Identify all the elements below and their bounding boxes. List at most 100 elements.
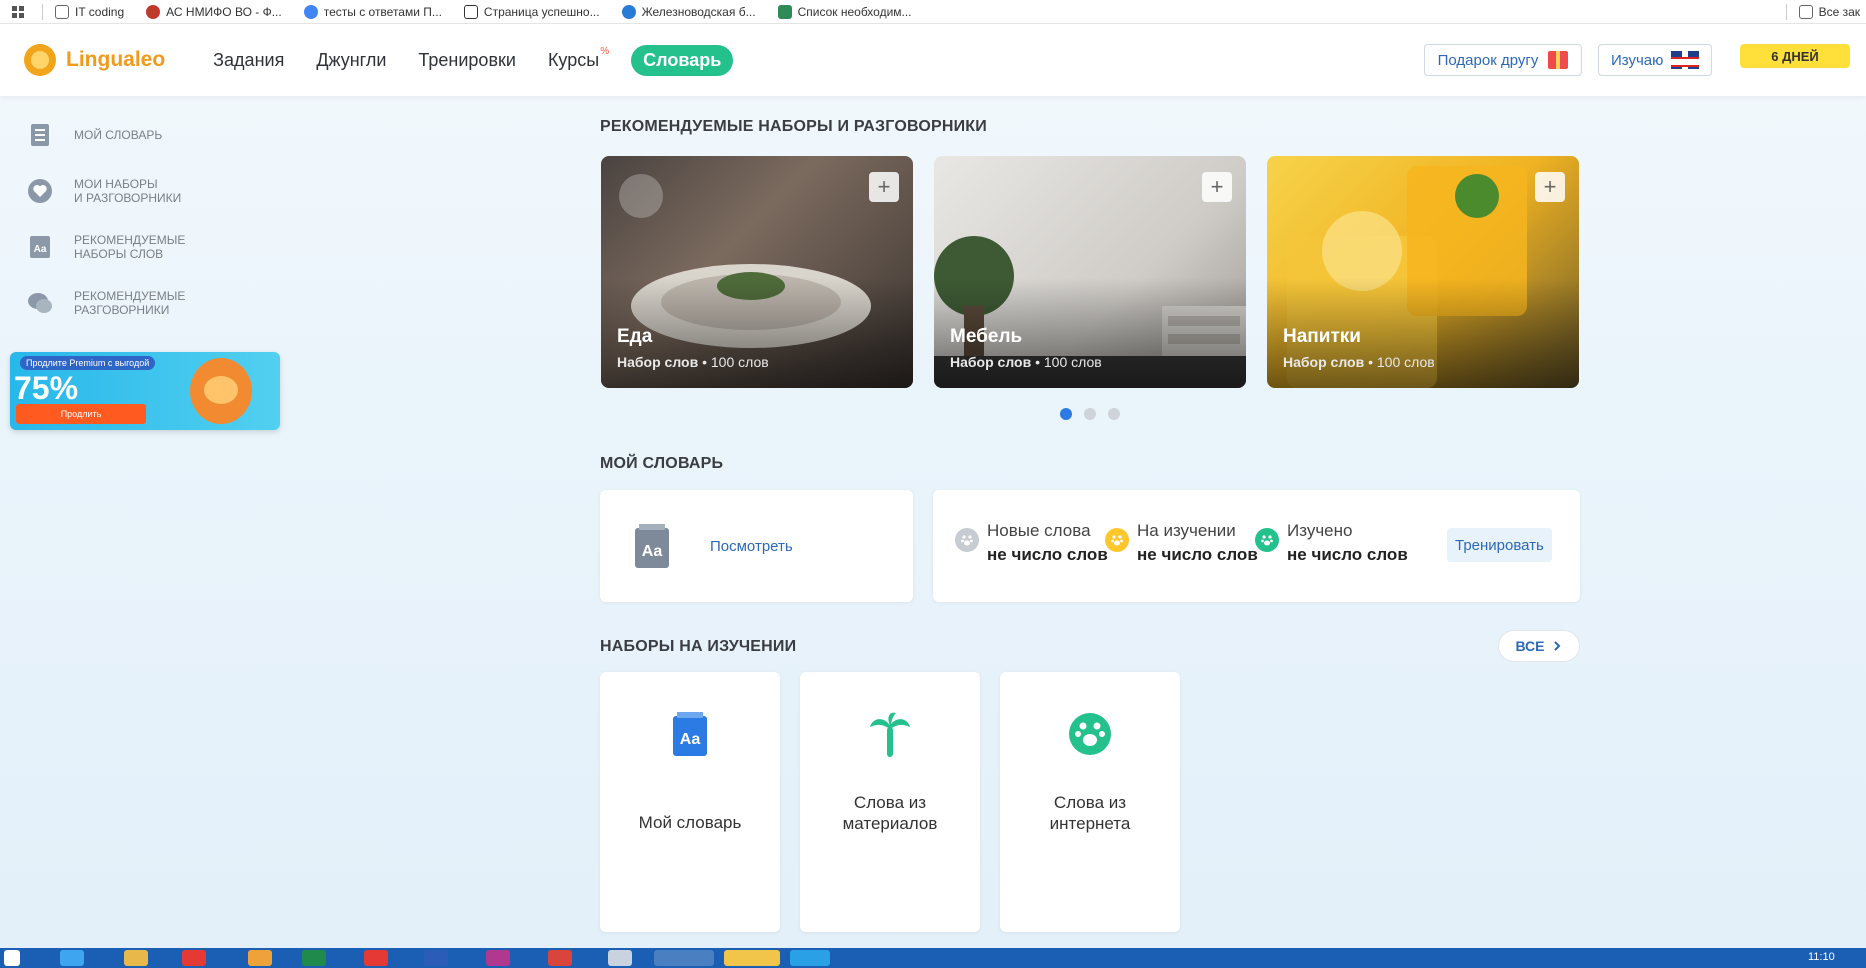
- nav-courses-label: Курсы: [547, 49, 600, 70]
- bookmark-item[interactable]: IT coding: [55, 4, 124, 19]
- nav-courses[interactable]: Курсы%: [547, 46, 609, 71]
- nav-dictionary[interactable]: Словарь: [631, 44, 734, 76]
- app-icon[interactable]: [124, 950, 148, 966]
- excel-icon[interactable]: [302, 950, 326, 966]
- tile-label: Слова из материалов: [842, 793, 938, 833]
- stat-value: не число слов: [1287, 545, 1408, 564]
- site-icon: [621, 4, 636, 19]
- card-count: 100 слов: [710, 354, 769, 370]
- sidebar-item-my-sets[interactable]: МОИ НАБОРЫ И РАЗГОВОРНИКИ: [26, 174, 226, 208]
- premium-promo-banner[interactable]: Продлите Premium с выгодой 75% Продлить: [10, 352, 280, 430]
- stat-new-words: Новые слова не число слов: [955, 520, 1108, 568]
- sidebar-item-recommended-phrasebooks[interactable]: РЕКОМЕНДУЕМЫЕ РАЗГОВОРНИКИ: [26, 286, 226, 320]
- dictionary-aa-icon: Aa: [668, 712, 712, 756]
- bookmarks-separator: [1785, 3, 1787, 20]
- sidebar-item-label: РЕКОМЕНДУЕМЫЕ РАЗГОВОРНИКИ: [74, 289, 186, 317]
- gift-friend-button[interactable]: Подарок другу: [1424, 44, 1582, 76]
- ie-icon[interactable]: [60, 950, 84, 966]
- all-label: ВСЕ: [1515, 638, 1545, 654]
- add-set-button[interactable]: +: [1535, 172, 1565, 202]
- carousel-dot-1[interactable]: [1060, 408, 1072, 420]
- app-icon[interactable]: [182, 950, 206, 966]
- paw-icon: [1105, 528, 1129, 552]
- logo-text: Lingualeo: [66, 48, 166, 71]
- carousel-dot-3[interactable]: [1108, 408, 1120, 420]
- bookmark-item[interactable]: тесты с ответами П...: [303, 4, 442, 19]
- start-icon[interactable]: [4, 950, 20, 966]
- app-icon[interactable]: [548, 950, 572, 966]
- bookmark-item[interactable]: Железноводская б...: [621, 4, 756, 19]
- nav-tasks[interactable]: Задания: [213, 50, 284, 71]
- app-icon[interactable]: [608, 950, 632, 966]
- learning-sets-title: НАБОРЫ НА ИЗУЧЕНИИ: [600, 638, 797, 655]
- premium-days-badge[interactable]: 6 ДНЕЙ: [1740, 44, 1850, 68]
- card-title: Мебель: [950, 326, 1023, 347]
- apps-grid-icon[interactable]: [0, 5, 36, 18]
- nav-jungle[interactable]: Джунгли: [316, 50, 386, 71]
- train-button[interactable]: Тренировать: [1447, 528, 1552, 562]
- view-dictionary-link[interactable]: Посмотреть: [710, 538, 793, 555]
- card-subtitle: Набор слов • 100 слов: [950, 354, 1102, 370]
- site-icon: [146, 4, 161, 19]
- learning-language-button[interactable]: Изучаю: [1598, 44, 1712, 76]
- card-subtitle: Набор слов • 100 слов: [617, 354, 769, 370]
- chrome-icon[interactable]: [654, 950, 714, 966]
- chevron-right-icon: [1553, 641, 1560, 651]
- sidebar-item-label: МОИ НАБОРЫ И РАЗГОВОРНИКИ: [74, 177, 182, 205]
- promo-extend-button[interactable]: Продлить: [16, 404, 146, 424]
- word-icon[interactable]: [424, 950, 448, 966]
- folder-icon: [55, 4, 69, 19]
- gift-icon: [1548, 51, 1569, 69]
- windows-taskbar: 11:10: [0, 948, 1866, 968]
- card-type: Набор слов: [950, 354, 1032, 370]
- add-set-button[interactable]: +: [869, 172, 899, 202]
- bookmark-item[interactable]: АС НМИФО ВО - Ф...: [146, 4, 282, 19]
- stat-learned: Изучено не число слов: [1255, 520, 1408, 568]
- stat-learning: На изучении не число слов: [1105, 520, 1258, 568]
- palm-icon: [868, 712, 912, 757]
- sidebar-item-label: МОЙ СЛОВАРЬ: [74, 128, 163, 142]
- lion-logo-icon: [24, 44, 56, 76]
- learning-set-my-dictionary[interactable]: Aa Мой словарь: [600, 672, 780, 932]
- recommended-title: РЕКОМЕНДУЕМЫЕ НАБОРЫ И РАЗГОВОРНИКИ: [600, 118, 987, 135]
- chat-icon: [26, 289, 54, 317]
- card-title: Напитки: [1283, 326, 1361, 347]
- learning-set-internet[interactable]: Слова из интернета: [1000, 672, 1180, 932]
- tree-icon: [777, 4, 792, 19]
- all-sets-button[interactable]: ВСЕ: [1498, 630, 1580, 662]
- learning-label: Изучаю: [1611, 51, 1664, 69]
- app-icon[interactable]: [486, 950, 510, 966]
- all-bookmarks[interactable]: Все зак: [1798, 4, 1860, 19]
- stat-value: не число слов: [1137, 545, 1258, 564]
- yandex-icon[interactable]: [364, 950, 388, 966]
- bookmark-item[interactable]: Страница успешно...: [463, 4, 600, 19]
- card-count: 100 слов: [1043, 354, 1102, 370]
- sidebar-item-recommended-sets[interactable]: Aa РЕКОМЕНДУЕМЫЕ НАБОРЫ СЛОВ: [26, 230, 226, 264]
- gift-label: Подарок другу: [1437, 51, 1539, 69]
- card-count: 100 слов: [1376, 354, 1435, 370]
- explorer-icon[interactable]: [724, 950, 780, 966]
- telegram-icon[interactable]: [790, 950, 830, 966]
- clock: 11:10: [1808, 951, 1835, 963]
- nav-trainings[interactable]: Тренировки: [418, 50, 516, 71]
- carousel-dot-2[interactable]: [1084, 408, 1096, 420]
- app-icon[interactable]: [248, 950, 272, 966]
- stat-label: Новые слова: [987, 521, 1091, 540]
- set-card-drinks[interactable]: + Напитки Набор слов • 100 слов: [1267, 156, 1579, 388]
- folder-icon: [1798, 4, 1813, 19]
- heart-icon: [26, 177, 54, 205]
- stat-label: Изучено: [1287, 521, 1353, 540]
- bookmark-item[interactable]: Список необходим...: [777, 4, 912, 19]
- bookmarks-separator: [42, 3, 43, 20]
- main-nav: Задания Джунгли Тренировки Курсы% Словар…: [213, 44, 734, 76]
- sidebar-item-my-dictionary[interactable]: МОЙ СЛОВАРЬ: [26, 118, 226, 152]
- learning-set-materials[interactable]: Слова из материалов: [800, 672, 980, 932]
- add-set-button[interactable]: +: [1202, 172, 1232, 202]
- stat-value: не число слов: [987, 545, 1108, 564]
- google-icon: [303, 4, 318, 19]
- set-card-furniture[interactable]: + Мебель Набор слов • 100 слов: [934, 156, 1246, 388]
- logo[interactable]: Lingualeo: [24, 44, 165, 76]
- set-card-food[interactable]: + Еда Набор слов • 100 слов: [601, 156, 913, 388]
- tile-label: Мой словарь: [638, 813, 742, 832]
- site-header: Lingualeo Задания Джунгли Тренировки Кур…: [0, 24, 1866, 96]
